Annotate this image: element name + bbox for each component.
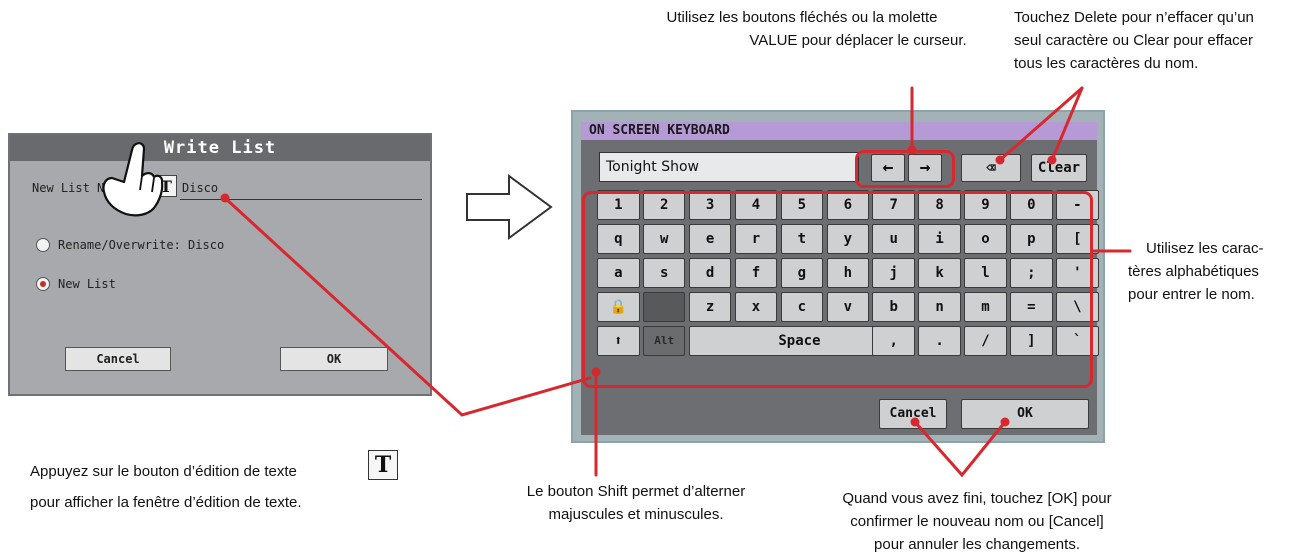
flow-arrow-icon xyxy=(466,174,553,240)
note-shift-button: Le bouton Shift permet d’alterner majusc… xyxy=(486,480,786,526)
note-line: tères alphabétiques xyxy=(1128,263,1259,280)
delete-icon[interactable]: ⌫ xyxy=(961,154,1021,182)
text-edit-icon: T xyxy=(368,450,398,480)
note-line: majuscules et minuscules. xyxy=(548,506,724,523)
note-line: Utilisez les carac- xyxy=(1146,240,1264,257)
radio-new-list[interactable] xyxy=(36,277,50,291)
radio-rename-overwrite[interactable] xyxy=(36,238,50,252)
pointing-hand-icon xyxy=(102,142,164,217)
note-line: VALUE pour déplacer le curseur. xyxy=(749,32,967,49)
note-line: pour annuler les changements. xyxy=(874,536,1080,553)
write-list-dialog: Write List New List Name: T Disco Rename… xyxy=(8,133,432,396)
note-line: pour afficher la fenêtre d’édition de te… xyxy=(30,494,302,511)
note-line: Le bouton Shift permet d’alterner xyxy=(526,483,746,500)
note-line: confirmer le nouveau nom ou [Cancel] xyxy=(850,513,1104,530)
ok-button[interactable]: OK xyxy=(280,347,388,371)
note-ok-cancel: Quand vous avez fini, touchez [OK] pour … xyxy=(787,487,1167,556)
name-underline xyxy=(180,199,422,200)
radio-rename-label: Rename/Overwrite: Disco xyxy=(58,238,225,252)
note-line: tous les caractères du nom. xyxy=(1014,55,1199,72)
note-line: pour entrer le nom. xyxy=(1128,286,1255,303)
keyboard-ok-button[interactable]: OK xyxy=(961,399,1089,429)
highlight-keyboard-keys xyxy=(582,191,1093,388)
keyboard-title: ON SCREEN KEYBOARD xyxy=(581,122,1097,140)
keyboard-cancel-button[interactable]: Cancel xyxy=(879,399,947,429)
note-cursor-arrows: Utilisez les boutons fléchés ou la molet… xyxy=(612,6,992,52)
note-line: Appuyez sur le bouton d’édition de texte xyxy=(30,463,297,480)
note-delete-clear: Touchez Delete pour n’effacer qu’un seul… xyxy=(1014,6,1312,75)
note-text-edit-button: Appuyez sur le bouton d’édition de texte… xyxy=(30,456,400,518)
radio-new-list-label: New List xyxy=(58,277,116,291)
note-line: Quand vous avez fini, touchez [OK] pour xyxy=(842,490,1112,507)
highlight-arrow-buttons xyxy=(855,150,955,188)
note-line: seul caractère ou Clear pour effacer xyxy=(1014,32,1254,49)
note-line: Touchez Delete pour n’effacer qu’un xyxy=(1014,9,1254,26)
dialog-title: Write List xyxy=(10,135,430,161)
note-line: Utilisez les boutons fléchés ou la molet… xyxy=(666,9,938,26)
note-alphabetic-keys: Utilisez les carac- tères alphabétiques … xyxy=(1128,237,1312,306)
list-name-value: Disco xyxy=(182,181,219,195)
clear-button[interactable]: Clear xyxy=(1031,154,1087,182)
name-text-field[interactable]: Tonight Show xyxy=(599,152,859,182)
cancel-button[interactable]: Cancel xyxy=(65,347,171,371)
